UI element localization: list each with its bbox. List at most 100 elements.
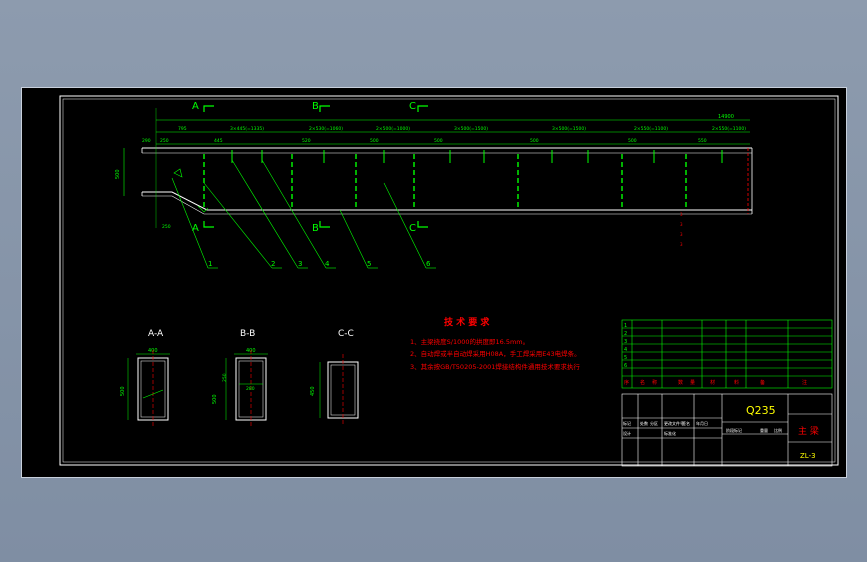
- dim-segment: 2×550(=1100): [712, 126, 746, 132]
- bom-row-no: 2: [624, 331, 627, 337]
- material-label: Q235: [746, 404, 776, 417]
- sign-label: 更改文件号: [664, 420, 684, 426]
- section-mark: B: [312, 223, 319, 234]
- cut-line: [203, 105, 214, 112]
- dim-segment-labels: 795 3×445(=1335) 2×530(=1060) 2×500(=100…: [178, 126, 746, 132]
- bom-row-no: 3: [624, 339, 627, 345]
- dim-height: 500: [212, 394, 218, 404]
- section-cc: C-C 450: [310, 329, 359, 426]
- leader-number: 4: [325, 260, 330, 268]
- leader-number: 2: [271, 260, 275, 268]
- cut-line: [203, 221, 214, 228]
- cut-line: [417, 105, 428, 112]
- bom-header-cell: 名: [640, 379, 645, 386]
- bom-header-cell: 称: [652, 379, 657, 386]
- tech-note: 1、主梁挠度S/1000的拱度即16.5mm。: [410, 337, 529, 346]
- section-mark: A: [192, 101, 199, 112]
- cut-line: [319, 221, 330, 228]
- dim-height: 450: [310, 386, 316, 396]
- design-label: 重量: [760, 427, 768, 433]
- section-title: C-C: [338, 329, 354, 339]
- dim-sub: 290: [142, 138, 151, 144]
- beam-bottom-flange-inner: [142, 195, 752, 215]
- bom-header-cell: 备: [760, 379, 765, 386]
- dim-total: 14900: [718, 114, 734, 120]
- leader-number: 6: [426, 260, 431, 268]
- section-title: B-B: [240, 329, 255, 339]
- dim-sub: 500: [434, 138, 443, 144]
- diaphragm-plates: [203, 154, 687, 209]
- dim-segment: 3×500(=1500): [552, 126, 586, 132]
- dim-segment: 3×500(=1500): [454, 126, 488, 132]
- cut-line: [319, 105, 330, 112]
- section-mark: B: [312, 101, 319, 112]
- dim-segment: 795: [178, 126, 187, 132]
- end-mark: 3: [680, 212, 683, 217]
- bom-row-no: 4: [624, 347, 627, 353]
- design-label: 标准化: [664, 430, 676, 436]
- end-marks: 3 3 3 3: [680, 212, 683, 247]
- bom-header-cell: 量: [690, 379, 695, 386]
- section-title: A-A: [148, 329, 164, 339]
- main-beam-elevation: 14900 795 3×445(=1335) 2×530(=1060) 2×50…: [115, 101, 753, 269]
- leader-number: 1: [208, 260, 212, 268]
- dim-sub: 500: [530, 138, 539, 144]
- tech-note: 3、其余按GB/T50205-2001焊接结构件通用技术要求执行: [410, 362, 580, 371]
- cut-line: [417, 221, 428, 228]
- design-label: 比例: [774, 427, 782, 433]
- part-name: 主 梁: [798, 425, 819, 437]
- end-mark: 3: [680, 222, 683, 227]
- design-label: 设计: [623, 430, 631, 436]
- bom-header-cell: 材: [710, 379, 715, 386]
- section-cut-lines: [203, 105, 428, 228]
- dim-inner-w: 280: [246, 386, 255, 392]
- section-bb: B-B 400 280 250 500: [212, 329, 268, 428]
- sign-labels: 标记 处数 分区 更改文件号 签名 年月日: [623, 420, 708, 426]
- bom-header-cell: 注: [802, 379, 807, 386]
- dim-sub-labels: 290 250 445 520 500 500 500 500 550: [142, 138, 707, 144]
- tech-note: 2、自动焊或半自动焊采用H08A，手工焊采用E43电焊条。: [410, 349, 581, 358]
- leader-line: [383, 182, 427, 269]
- sheet-border: [59, 95, 839, 466]
- end-mark: 3: [680, 232, 683, 237]
- weld-symbol: [197, 205, 209, 213]
- design-label: 阶段标记: [726, 427, 742, 433]
- weld-symbol: [173, 168, 183, 178]
- short-stiffeners: [231, 150, 723, 163]
- section-mark: C: [409, 101, 416, 112]
- dim-inner-h: 250: [222, 373, 228, 382]
- sign-label: 处数: [640, 420, 648, 426]
- dim-segment: 2×550(=1100): [634, 126, 668, 132]
- leader-line: [203, 182, 273, 269]
- leader-line: [171, 177, 209, 269]
- section-mark: A: [192, 223, 199, 234]
- dim-sub: 500: [370, 138, 379, 144]
- sign-label: 标记: [623, 420, 631, 426]
- leader-number: 3: [298, 260, 302, 268]
- bom-row-no: 6: [624, 363, 627, 369]
- title-block: [621, 319, 833, 467]
- drawing-number: ZL-3: [800, 452, 816, 460]
- bom-labels: 1 2 3 4 5 6: [624, 323, 627, 369]
- bom-header-cell: 序: [624, 379, 629, 386]
- dim-sub: 500: [628, 138, 637, 144]
- dim-sub: 520: [302, 138, 311, 144]
- beam-bottom-flange: [142, 191, 752, 211]
- end-mark: 3: [680, 242, 683, 247]
- dim-height: 500: [115, 169, 121, 179]
- bom-row-no: 1: [624, 323, 627, 329]
- sign-label: 年月日: [696, 420, 708, 426]
- tech-title: 技 术 要 求: [444, 316, 490, 328]
- bom-header: 序 名 称 数 量 材 料 备 注: [624, 379, 807, 386]
- weld-symbols: [173, 168, 209, 213]
- cad-viewport[interactable]: 14900 795 3×445(=1335) 2×530(=1060) 2×50…: [21, 87, 847, 478]
- dim-segment: 2×530(=1060): [309, 126, 343, 132]
- leader-line: [339, 209, 369, 269]
- dim-segment: 3×445(=1335): [230, 126, 264, 132]
- design-labels: 设计 标准化 阶段标记 重量 比例: [623, 427, 782, 436]
- inner-plate: [142, 389, 164, 399]
- dim-bottom: 250: [162, 224, 171, 230]
- leader-number: 5: [367, 260, 371, 268]
- drawing-canvas: 14900 795 3×445(=1335) 2×530(=1060) 2×50…: [59, 95, 839, 467]
- bom-table: [621, 319, 833, 389]
